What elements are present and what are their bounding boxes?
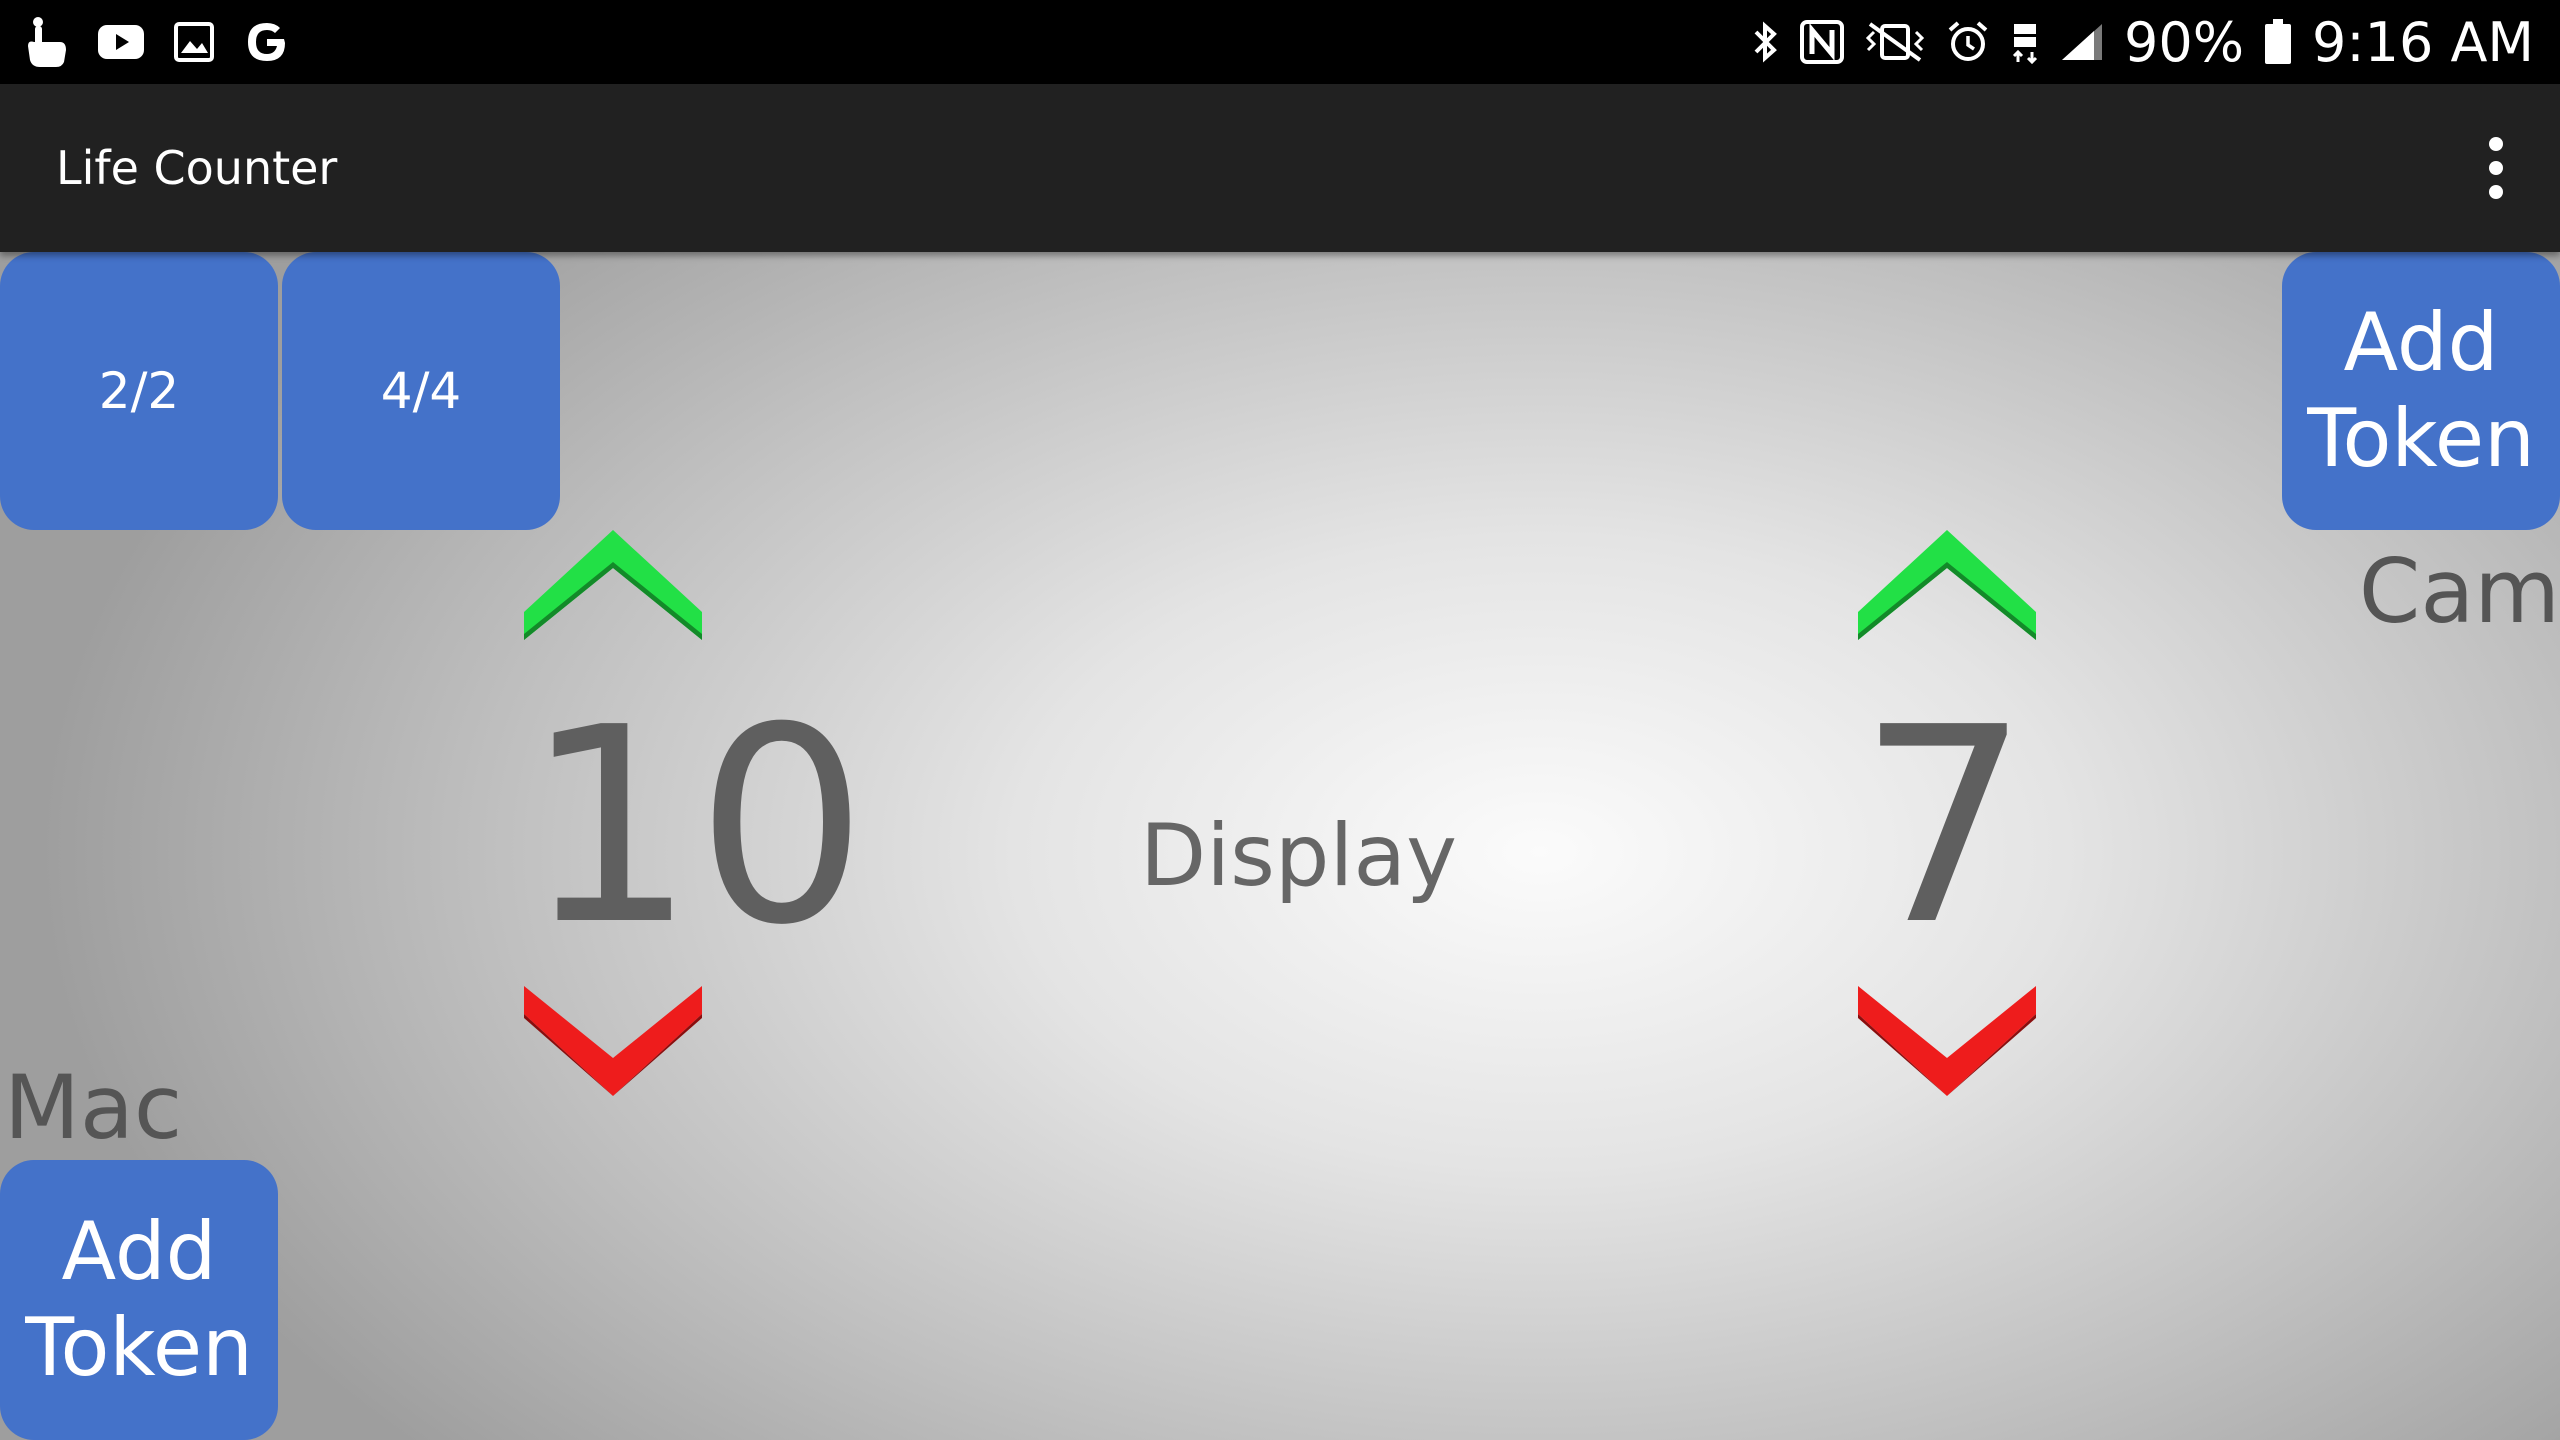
menu-dot (2489, 185, 2503, 199)
status-bar: 90% 9:16 AM (0, 0, 2560, 84)
increment-life-cam-button[interactable] (1858, 530, 2036, 640)
decrement-life-mac-button[interactable] (524, 986, 702, 1096)
alarm-icon (1946, 20, 1990, 64)
menu-dot (2489, 137, 2503, 151)
notification-icons (24, 14, 290, 70)
touch-gesture-icon (24, 16, 68, 68)
increment-life-mac-button[interactable] (524, 530, 702, 640)
add-token-button-cam[interactable]: Add Token (2282, 252, 2560, 530)
vibrate-icon (1864, 20, 1926, 64)
add-token-button-mac[interactable]: Add Token (0, 1160, 278, 1440)
battery-percent: 90% (2124, 10, 2245, 74)
chevron-up-icon (1858, 530, 2036, 640)
more-vert-icon[interactable] (2456, 128, 2536, 208)
preset-2-2-button[interactable]: 2/2 (0, 252, 278, 530)
battery-icon (2264, 19, 2292, 65)
signal-icon (2060, 22, 2104, 62)
chevron-down-icon (524, 986, 702, 1096)
clock: 9:16 AM (2312, 10, 2534, 74)
lte-icon (2010, 20, 2040, 64)
life-total-mac: 10 (524, 669, 868, 984)
decrement-life-cam-button[interactable] (1858, 986, 2036, 1096)
google-icon (244, 19, 290, 65)
gallery-icon (174, 22, 214, 62)
app-title: Life Counter (56, 141, 338, 195)
system-status-icons: 90% 9:16 AM (1752, 10, 2534, 74)
chevron-up-icon (524, 530, 702, 640)
menu-dot (2489, 161, 2503, 175)
life-total-cam: 7 (1858, 669, 2030, 984)
player-name-cam: Cam (2358, 540, 2560, 643)
preset-4-4-button[interactable]: 4/4 (282, 252, 560, 530)
bluetooth-icon (1752, 20, 1780, 64)
display-label[interactable]: Display (1140, 806, 1457, 906)
player-name-mac: Mac (4, 1056, 183, 1159)
youtube-icon (98, 25, 144, 59)
chevron-down-icon (1858, 986, 2036, 1096)
nfc-icon (1800, 20, 1844, 64)
counter-board: 2/2 4/4 Add Token Cam Mac 10 Display 7 A… (0, 252, 2560, 1440)
app-bar: Life Counter (0, 84, 2560, 252)
